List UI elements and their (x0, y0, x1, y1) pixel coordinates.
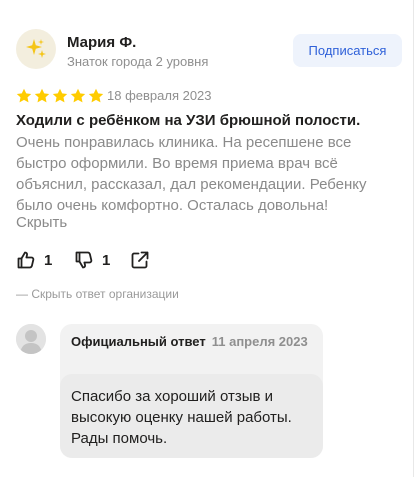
review-actions: 1 1 (16, 250, 150, 270)
star-icon (52, 88, 68, 103)
review-title: Ходили с ребёнком на УЗИ брюшной полости… (16, 112, 361, 129)
sparkles-icon (26, 39, 46, 58)
review-text: Очень понравилась клиника. На ресепшене … (16, 134, 367, 214)
subscribe-button[interactable]: Подписаться (293, 34, 402, 67)
org-person-icon (16, 324, 46, 354)
org-answer-text: Спасибо за хороший отзыв и высокую оценк… (71, 388, 292, 447)
hide-org-answer-link[interactable]: — Скрыть ответ организации (16, 287, 179, 301)
author-avatar[interactable] (16, 29, 56, 69)
collapse-link[interactable]: Скрыть (16, 214, 67, 231)
like-button[interactable]: 1 (16, 250, 74, 270)
like-count: 1 (44, 251, 53, 269)
dislike-count: 1 (102, 251, 111, 269)
author-name[interactable]: Мария Ф. (67, 34, 136, 51)
org-answer-date: 11 апреля 2023 (211, 334, 308, 349)
review-card: Мария Ф. Знаток города 2 уровня Подписат… (0, 0, 414, 477)
star-icon (16, 88, 32, 103)
org-avatar (16, 324, 46, 354)
share-button[interactable] (130, 250, 150, 270)
rating-stars (16, 88, 104, 104)
star-icon (34, 88, 50, 103)
thumbs-up-icon (17, 251, 35, 269)
dislike-button[interactable]: 1 (74, 250, 130, 270)
author-level: Знаток города 2 уровня (67, 54, 209, 69)
thumbs-down-icon (75, 251, 93, 269)
org-answer-header: Официальный ответ 11 апреля 2023 (71, 334, 311, 350)
star-icon (70, 88, 86, 103)
review-date: 18 февраля 2023 (107, 88, 212, 103)
org-answer: Официальный ответ 11 апреля 2023 Спасибо … (60, 324, 323, 458)
share-icon (131, 251, 149, 269)
org-answer-label: Официальный ответ (71, 334, 206, 349)
star-icon (88, 88, 104, 103)
